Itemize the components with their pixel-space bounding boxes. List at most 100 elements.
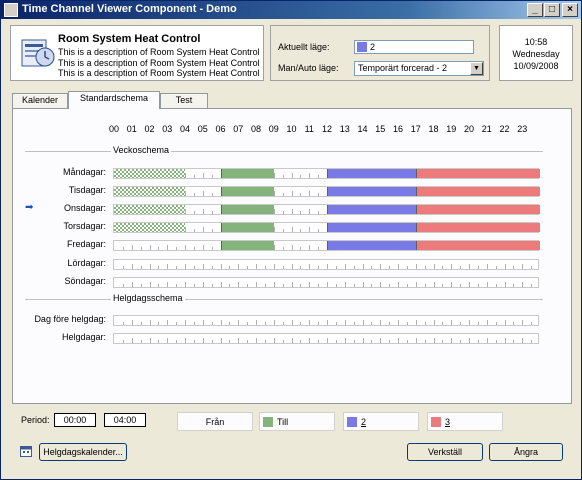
half-hour-tick [398, 264, 399, 269]
day-schedule-track[interactable] [113, 222, 540, 233]
schedule-segment[interactable] [415, 241, 540, 250]
half-hour-tick [247, 340, 249, 343]
tab-kalender[interactable]: Kalender [12, 93, 68, 108]
period-to-field[interactable]: 04:00 [104, 413, 146, 427]
legend-item[interactable]: Till [259, 412, 335, 431]
schedule-segment[interactable] [114, 205, 185, 214]
tab-standardschema[interactable]: Standardschema [68, 91, 160, 109]
half-hour-tick [318, 193, 320, 196]
schedule-segment[interactable] [415, 187, 540, 196]
section-label: Helgdagsschema [111, 293, 185, 303]
half-hour-tick [131, 264, 133, 269]
half-hour-tick [176, 247, 178, 250]
half-hour-tick [291, 282, 293, 287]
schedule-segment[interactable] [327, 205, 416, 214]
close-button[interactable]: × [562, 3, 578, 17]
apply-button[interactable]: Verkställ [407, 443, 483, 461]
schedule-segment[interactable] [415, 205, 540, 214]
day-schedule-track[interactable] [113, 333, 539, 344]
schedule-segment[interactable] [327, 187, 416, 196]
hour-label: 05 [197, 124, 208, 134]
half-hour-tick [335, 284, 337, 287]
half-hour-tick [318, 247, 320, 250]
half-hour-tick [202, 227, 204, 232]
half-hour-tick [522, 264, 524, 269]
half-hour-tick [176, 266, 178, 269]
half-hour-tick [398, 320, 399, 325]
half-hour-tick [185, 338, 186, 343]
half-hour-tick [131, 320, 133, 325]
half-hour-tick [122, 340, 124, 343]
schedule-segment[interactable] [327, 223, 416, 232]
heat-control-icon [21, 39, 55, 67]
half-hour-tick [504, 282, 506, 287]
legend-item[interactable]: 3 [427, 412, 503, 431]
day-schedule-track[interactable] [113, 204, 540, 215]
schedule-segment[interactable] [220, 241, 274, 250]
day-schedule-track[interactable] [113, 259, 539, 270]
half-hour-tick [273, 173, 275, 178]
schedule-segment[interactable] [114, 223, 185, 232]
manual-mode-select[interactable]: Temporärt forcerad - 2 ▼ [354, 61, 484, 76]
legend-item[interactable]: 2 [343, 412, 419, 431]
title-bar[interactable]: Time Channel Viewer Component - Demo _ □… [1, 1, 581, 19]
half-hour-tick [353, 322, 355, 325]
mode-panel: Aktuellt läge: 2 Man/Auto läge: Temporär… [270, 25, 490, 81]
legend-item[interactable]: Från [177, 412, 253, 431]
half-hour-tick [193, 175, 195, 178]
hour-label: 15 [375, 124, 386, 134]
schedule-segment[interactable] [327, 169, 416, 178]
day-schedule-track[interactable] [113, 186, 540, 197]
segment-divider [327, 205, 328, 214]
segment-divider [220, 241, 222, 250]
half-hour-tick [185, 264, 186, 269]
half-hour-tick [300, 229, 302, 232]
chevron-down-icon[interactable]: ▼ [470, 62, 483, 75]
schedule-segment[interactable] [327, 241, 416, 250]
hour-label: 13 [339, 124, 350, 134]
schedule-segment[interactable] [415, 169, 540, 178]
cancel-button[interactable]: Ångra [489, 443, 563, 461]
half-hour-tick [247, 284, 249, 287]
maximize-button[interactable]: □ [544, 3, 560, 17]
period-from-field[interactable]: 00:00 [54, 413, 96, 427]
half-hour-tick [460, 266, 462, 269]
half-hour-tick [238, 320, 240, 325]
schedule-segment[interactable] [220, 205, 274, 214]
half-hour-tick [202, 320, 204, 325]
half-hour-tick [211, 340, 213, 343]
half-hour-tick [380, 264, 382, 269]
half-hour-tick [122, 266, 124, 269]
schedule-segment[interactable] [220, 169, 274, 178]
schedule-segment[interactable] [114, 169, 185, 178]
half-hour-tick [309, 227, 311, 232]
half-hour-tick [220, 338, 222, 343]
half-hour-tick [398, 338, 399, 343]
half-hour-tick [273, 191, 275, 196]
half-hour-tick [167, 264, 169, 269]
half-hour-tick [389, 284, 391, 287]
half-hour-tick [300, 340, 302, 343]
half-hour-tick [477, 322, 479, 325]
half-hour-tick [185, 320, 186, 325]
schedule-segment[interactable] [114, 187, 185, 196]
half-hour-tick [309, 191, 311, 196]
half-hour-tick [291, 320, 293, 325]
minimize-button[interactable]: _ [527, 3, 543, 17]
schedule-segment[interactable] [220, 187, 274, 196]
day-schedule-track[interactable] [113, 240, 540, 251]
holiday-calendar-button[interactable]: Helgdagskalender... [39, 443, 127, 461]
day-schedule-track[interactable] [113, 168, 540, 179]
schedule-segment[interactable] [415, 223, 540, 232]
half-hour-tick [469, 338, 470, 343]
half-hour-tick [451, 282, 453, 287]
half-hour-tick [229, 266, 231, 269]
hour-label: 04 [179, 124, 190, 134]
half-hour-tick [211, 175, 213, 178]
segment-divider [415, 241, 417, 250]
half-hour-tick [220, 264, 222, 269]
schedule-segment[interactable] [220, 223, 274, 232]
tab-test[interactable]: Test [160, 93, 208, 108]
day-schedule-track[interactable] [113, 277, 539, 288]
day-schedule-track[interactable] [113, 315, 539, 326]
